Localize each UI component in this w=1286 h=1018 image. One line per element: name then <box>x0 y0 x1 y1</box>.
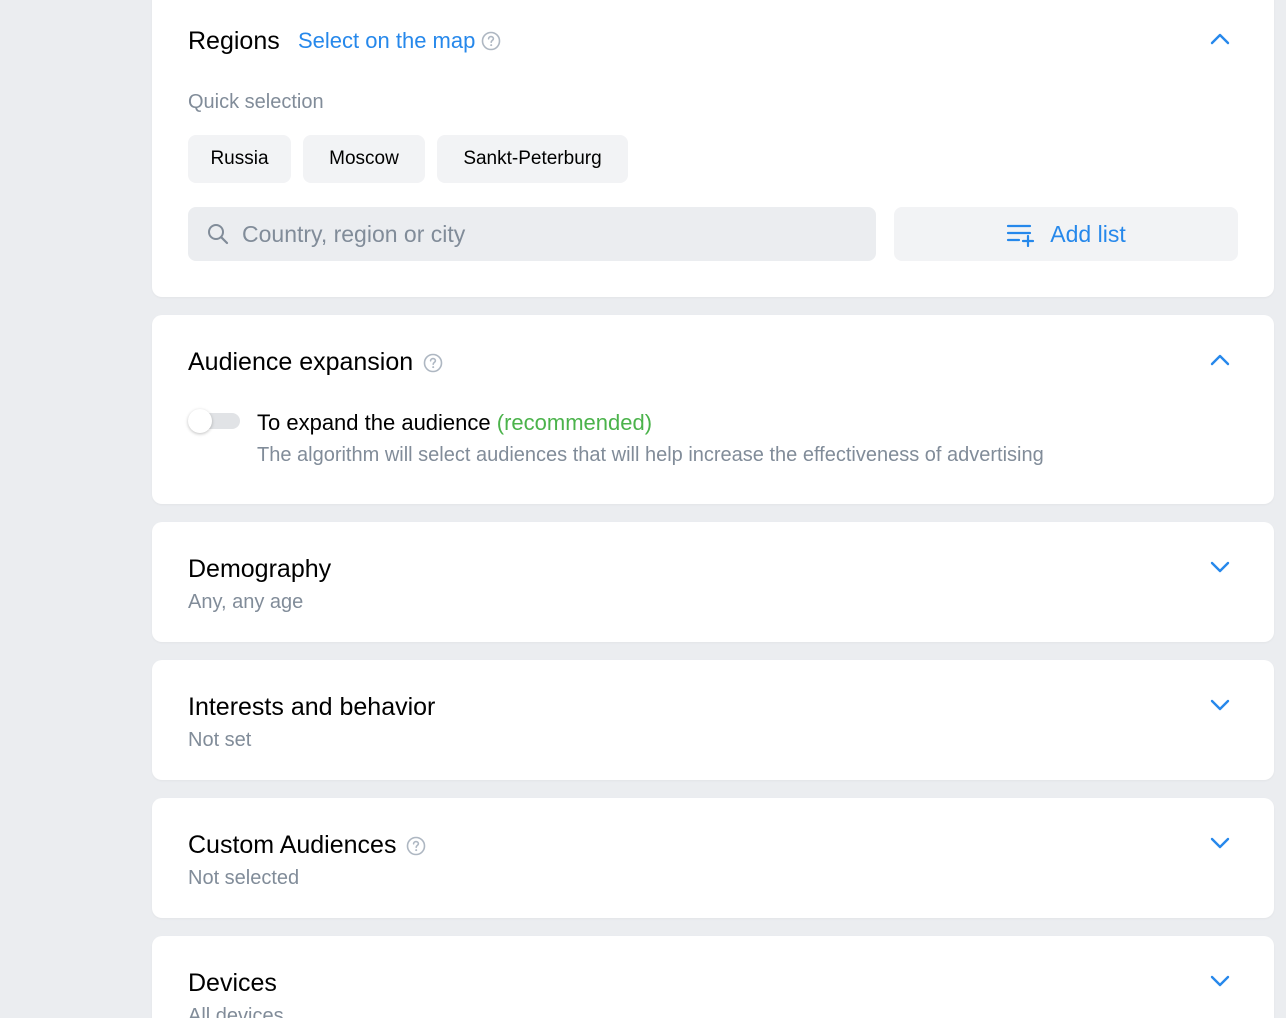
interests-title: Interests and behavior <box>188 693 436 721</box>
audience-expansion-header: Audience expansion <box>188 348 443 377</box>
devices-card[interactable]: Devices All devices <box>152 936 1274 1018</box>
select-on-map-label: Select on the map <box>298 28 476 53</box>
devices-title: Devices <box>188 969 277 997</box>
chip-sankt-peterburg[interactable]: Sankt-Peterburg <box>437 135 628 183</box>
region-search-input[interactable] <box>240 219 844 249</box>
demography-card[interactable]: Demography Any, any age <box>152 522 1274 642</box>
custom-audiences-card[interactable]: Custom Audiences Not selected <box>152 798 1274 918</box>
help-icon[interactable] <box>406 836 426 856</box>
chevron-down-icon[interactable] <box>1208 693 1232 717</box>
toggle-knob <box>188 409 212 433</box>
list-add-icon <box>1007 224 1035 247</box>
custom-audiences-header: Custom Audiences <box>188 831 426 860</box>
audience-expansion-title: Audience expansion <box>188 348 414 376</box>
search-icon <box>208 224 229 245</box>
expand-audience-text: To expand the audience <box>257 410 491 435</box>
regions-card: Regions Select on the map Quick selectio… <box>152 0 1274 297</box>
devices-summary: All devices <box>188 1005 284 1018</box>
chevron-down-icon[interactable] <box>1208 555 1232 579</box>
regions-title: Regions <box>188 27 280 55</box>
demography-summary: Any, any age <box>188 591 304 613</box>
region-search[interactable] <box>188 207 876 261</box>
help-icon[interactable] <box>423 353 443 373</box>
chip-russia[interactable]: Russia <box>188 135 291 183</box>
expand-audience-label: To expand the audience (recommended) <box>257 410 652 436</box>
chevron-up-icon[interactable] <box>1208 348 1232 372</box>
recommended-tag: (recommended) <box>496 410 653 435</box>
interests-card[interactable]: Interests and behavior Not set <box>152 660 1274 780</box>
chevron-down-icon[interactable] <box>1208 969 1232 993</box>
chevron-down-icon[interactable] <box>1208 831 1232 855</box>
quick-selection-label: Quick selection <box>188 91 324 113</box>
custom-audiences-summary: Not selected <box>188 867 300 889</box>
targeting-page: Regions Select on the map Quick selectio… <box>0 0 1286 1018</box>
add-list-label: Add list <box>1050 220 1126 247</box>
custom-audiences-title: Custom Audiences <box>188 831 397 859</box>
select-on-map-link[interactable]: Select on the map <box>298 28 501 54</box>
help-icon[interactable] <box>481 31 501 51</box>
demography-title: Demography <box>188 555 332 583</box>
interests-summary: Not set <box>188 729 252 751</box>
expand-audience-toggle[interactable] <box>188 409 240 433</box>
audience-expansion-card: Audience expansion To expand the audienc… <box>152 315 1274 504</box>
expand-audience-description: The algorithm will select audiences that… <box>257 444 1044 466</box>
add-list-button[interactable]: Add list <box>894 207 1238 261</box>
chip-moscow[interactable]: Moscow <box>303 135 425 183</box>
chevron-up-icon[interactable] <box>1208 27 1232 51</box>
